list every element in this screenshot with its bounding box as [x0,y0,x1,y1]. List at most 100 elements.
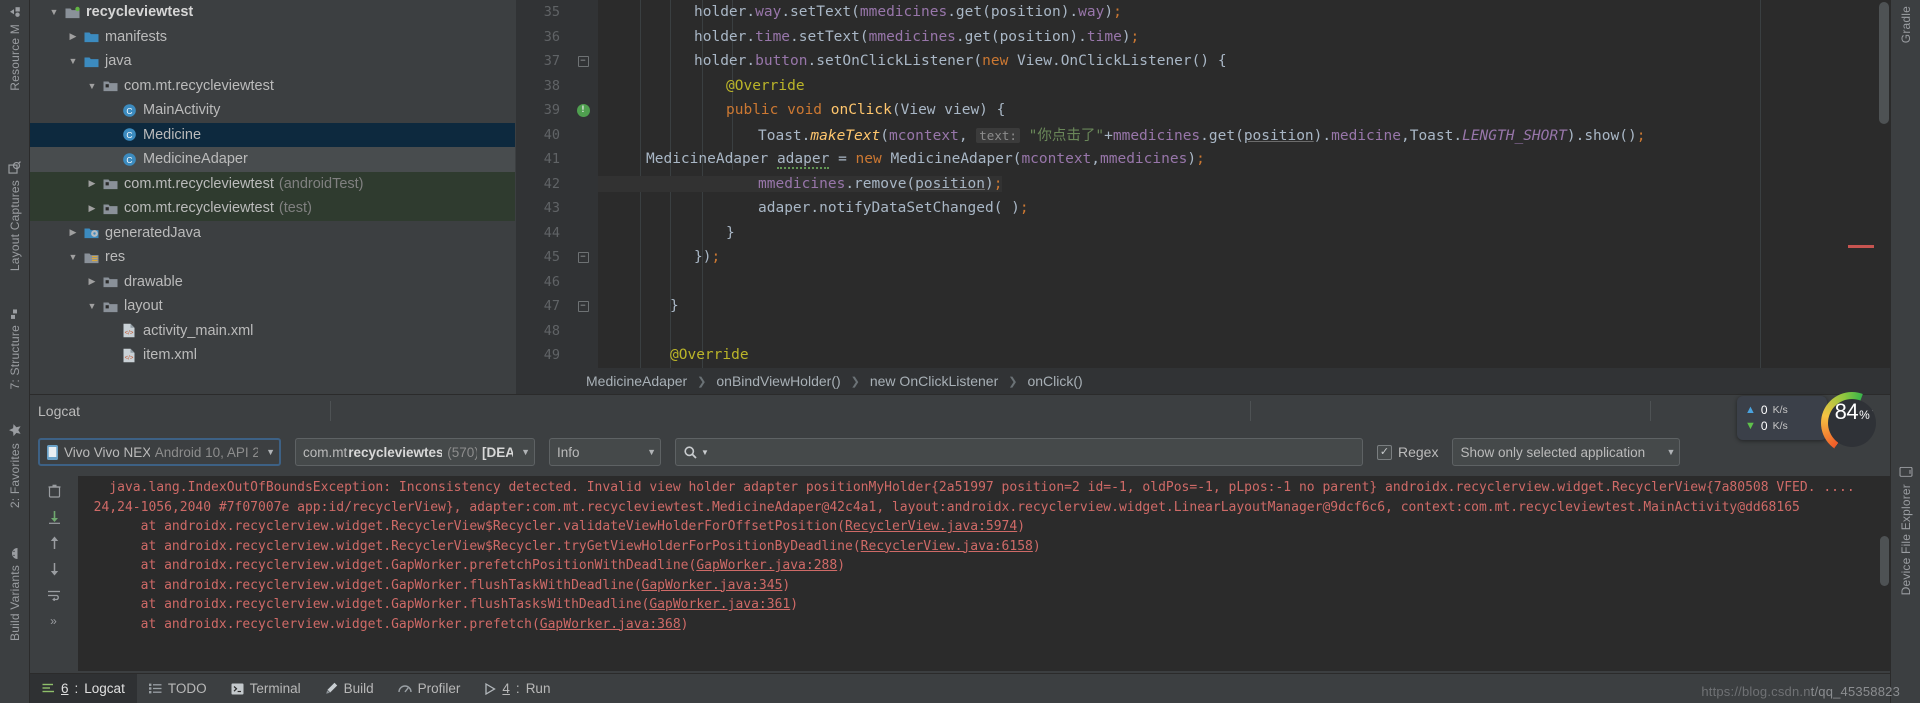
tree-item[interactable]: ▶ generatedJava [30,221,515,246]
todo-icon [148,683,162,694]
bottom-tab-run[interactable]: 4: Run [472,674,562,703]
breadcrumb-item-method[interactable]: onBindViewHolder() [716,373,840,389]
tree-item[interactable]: ▼ recycleviewtest [30,0,515,25]
filter-value: Show only selected application [1460,444,1646,460]
search-dropdown-icon[interactable]: ▼ [701,448,709,457]
bottom-tab-colon: : [74,681,79,696]
tree-item[interactable]: ▶ drawable [30,270,515,295]
package-icon [100,177,120,190]
bottom-tab-label: Build [343,681,374,696]
watermark: https://blog.csdn.nt/qq_45358823 [1701,684,1900,699]
tree-item[interactable]: ▶CMainActivity [30,98,515,123]
source-link[interactable]: GapWorker.java:361 [649,597,790,612]
source-link[interactable]: GapWorker.java:288 [696,558,837,573]
more-icon[interactable]: » [43,610,65,632]
device-selector[interactable]: Vivo Vivo NEX Android 10, API 2 ▼ [38,438,281,466]
structure-label: 7: Structure [7,324,22,390]
log-level-selector[interactable]: Info ▼ [549,438,661,466]
tree-item[interactable]: ▼ res [30,245,515,270]
bottom-tab-todo[interactable]: TODO [137,674,219,703]
folder-icon [81,30,101,43]
inspection-bulb-icon[interactable]: ! [576,103,590,117]
tree-item[interactable]: ▶CMedicineAdaper [30,147,515,172]
up-icon[interactable] [43,532,65,554]
chevron-right-icon[interactable]: ▶ [84,178,100,189]
chevron-right-icon[interactable]: ▶ [65,31,81,42]
fold-toggle-icon[interactable]: − [577,300,589,312]
bottom-tab-label: Run [525,681,551,696]
editor-scrollbar-thumb[interactable] [1879,2,1889,124]
tool-button-favorites[interactable]: 2: Favorites [8,419,22,516]
chevron-right-icon[interactable]: ▶ [84,203,100,214]
line-number: 41 [543,151,560,168]
logcat-panel-title: Logcat [38,402,81,419]
chevron-down-icon[interactable]: ▼ [65,252,81,262]
regex-checkbox-group[interactable]: ✓ Regex [1377,444,1438,460]
chevron-down-icon[interactable]: ▼ [84,81,100,91]
logcat-search-box[interactable]: ▼ [675,438,1363,466]
breadcrumb-item-onclick[interactable]: onClick() [1027,373,1082,389]
logcat-output[interactable]: » java.lang.IndexOutOfBoundsException: I… [30,476,1890,671]
code-text: MedicineAdaper adaper = new MedicineAdap… [646,151,1205,170]
trash-icon[interactable] [43,480,65,502]
fold-toggle-icon[interactable]: − [577,55,589,67]
chevron-down-icon[interactable]: ▼ [46,7,62,17]
editor-scrollbar[interactable] [1876,0,1890,368]
source-link[interactable]: GapWorker.java:368 [540,617,681,632]
tool-button-structure[interactable]: 7: Structure [8,303,22,397]
tree-item[interactable]: ▶</>item.xml [30,343,515,368]
error-stripe-marker[interactable] [1848,245,1874,248]
tree-item[interactable]: ▼ java [30,49,515,74]
process-selector[interactable]: com.mt. recycleviewtest (570) [DEA ▼ [295,438,535,466]
logcat-scrollbar[interactable] [1878,476,1890,671]
tree-item[interactable]: ▶ com.mt.recycleviewtest (androidTest) [30,171,515,196]
scroll-to-end-icon[interactable] [43,506,65,528]
tool-button-gradle[interactable]: Gradle [1899,2,1913,51]
source-link[interactable]: RecyclerView.java:6158 [861,539,1033,554]
tree-item[interactable]: ▶ manifests [30,25,515,50]
chevron-down-icon[interactable]: ▼ [258,447,275,457]
code-line: 49 @Override [516,343,1890,368]
tool-button-layout-captures[interactable]: Layout Captures [8,157,22,279]
tool-button-build-variants[interactable]: Build Variants [8,544,22,649]
down-icon[interactable] [43,558,65,580]
tree-item[interactable]: ▶CMedicine [30,122,515,147]
bottom-tab-build[interactable]: Build [313,674,386,703]
logcat-scrollbar-thumb[interactable] [1880,536,1889,586]
regex-checkbox[interactable]: ✓ [1377,444,1392,460]
chevron-down-icon[interactable]: ▼ [84,301,100,311]
bottom-tab-profiler[interactable]: Profiler [386,674,473,703]
filter-selector[interactable]: Show only selected application ▼ [1452,438,1681,466]
project-tree-panel[interactable]: ▼ recycleviewtest ▶ manifests ▼ java ▼ com.mt.r… [30,0,515,400]
chevron-right-icon[interactable]: ▶ [84,276,100,287]
logcat-line: at androidx.recyclerview.widget.GapWorke… [78,556,1878,576]
wrap-icon[interactable] [43,584,65,606]
tool-button-device-file-explorer[interactable]: Device File Explorer [1899,461,1913,603]
line-number: 36 [543,28,560,45]
fold-toggle-icon[interactable]: − [577,251,589,263]
tool-button-resource-manager[interactable]: Resource M [8,2,22,99]
tree-item[interactable]: ▶ com.mt.recycleviewtest (test) [30,196,515,221]
chevron-right-icon[interactable]: ▶ [65,227,81,238]
bottom-tab-logcat[interactable]: 6: Logcat [30,673,137,703]
chevron-down-icon[interactable]: ▼ [1659,447,1676,457]
source-link[interactable]: RecyclerView.java:5974 [845,519,1017,534]
tree-item-label: recycleviewtest [86,4,194,21]
xml-icon: </> [119,323,139,338]
bottom-tab-terminal[interactable]: Terminal [219,674,313,703]
logcat-search-input[interactable] [712,444,1354,460]
terminal-icon [231,683,244,695]
breadcrumb-item-class[interactable]: MedicineAdaper [586,373,687,389]
chevron-down-icon[interactable]: ▼ [513,447,530,457]
tree-item[interactable]: ▼ com.mt.recycleviewtest [30,74,515,99]
tree-item[interactable]: ▶</>activity_main.xml [30,319,515,344]
breadcrumb-item-anon[interactable]: new OnClickListener [870,373,998,389]
gutter-marker: − [568,55,598,67]
chevron-right-icon: ❯ [697,375,707,388]
build-variants-label: Build Variants [7,565,22,642]
chevron-down-icon[interactable]: ▼ [65,56,81,66]
tree-item[interactable]: ▼ layout [30,294,515,319]
code-editor[interactable]: 35 holder.way.setText(mmedicines.get(posi… [516,0,1890,368]
chevron-down-icon[interactable]: ▼ [639,447,656,457]
source-link[interactable]: GapWorker.java:345 [642,578,783,593]
